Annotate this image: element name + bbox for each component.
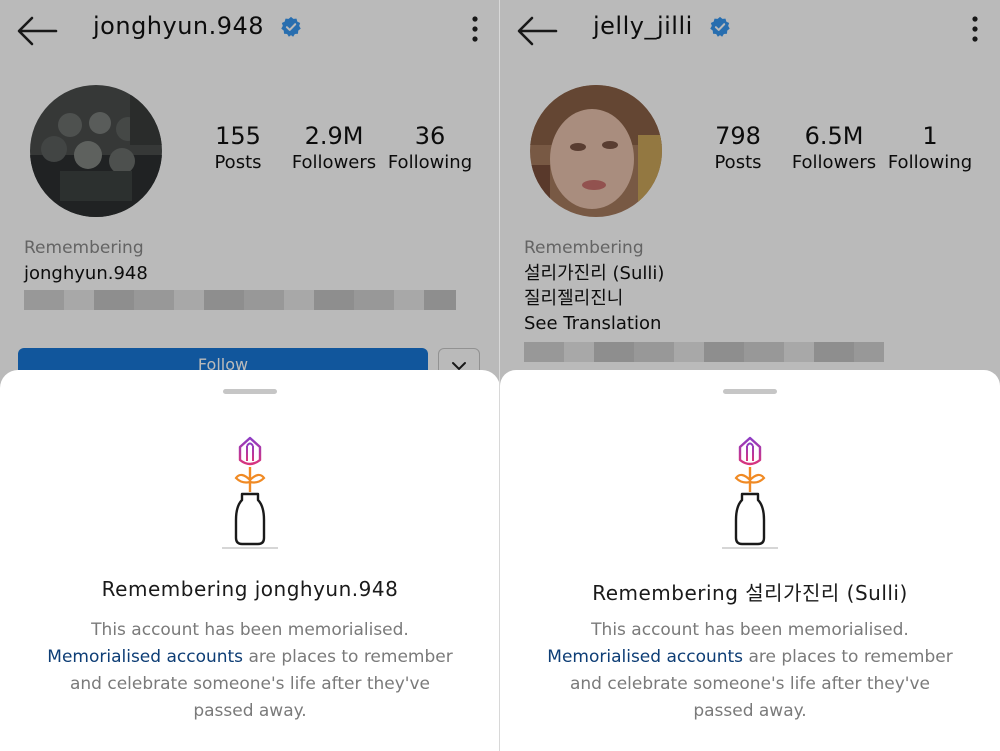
sheet-title: Remembering jonghyun.948 — [101, 577, 399, 601]
memorial-bottom-sheet: Remembering 설리가진리 (Sulli) This account h… — [500, 370, 1000, 751]
memorialised-accounts-link[interactable]: Memorialised accounts — [47, 647, 243, 667]
sheet-line: passed away. — [693, 701, 807, 721]
sheet-description: This account has been memorialised. Memo… — [40, 617, 460, 725]
sheet-line-text: are places to remember — [743, 647, 953, 667]
sheet-line-text: are places to remember — [243, 647, 453, 667]
memorialised-accounts-link[interactable]: Memorialised accounts — [547, 647, 743, 667]
sheet-line: passed away. — [193, 701, 307, 721]
sheet-drag-handle[interactable] — [223, 389, 277, 394]
sheet-drag-handle[interactable] — [723, 389, 777, 394]
sheet-line: This account has been memorialised. — [591, 620, 909, 640]
sheet-line: Memorialised accounts are places to reme… — [40, 644, 460, 671]
sheet-line: and celebrate someone's life after they'… — [569, 674, 930, 694]
profile-pane-right: jelly_jilli 798 Posts 6.5M Followers 1 F… — [500, 0, 1000, 751]
sheet-line: Memorialised accounts are places to reme… — [540, 644, 960, 671]
screenshot-comparison: jonghyun.948 155 Posts 2.9M Followers 36… — [0, 0, 1000, 751]
sheet-description: This account has been memorialised. Memo… — [540, 617, 960, 725]
sheet-title: Remembering 설리가진리 (Sulli) — [592, 581, 908, 605]
memorial-flower-vase-icon — [722, 436, 778, 549]
sheet-line: and celebrate someone's life after they'… — [69, 674, 430, 694]
profile-pane-left: jonghyun.948 155 Posts 2.9M Followers 36… — [0, 0, 500, 751]
sheet-line: This account has been memorialised. — [91, 620, 409, 640]
memorial-flower-vase-icon — [222, 436, 278, 549]
memorial-bottom-sheet: Remembering jonghyun.948 This account ha… — [0, 370, 499, 751]
